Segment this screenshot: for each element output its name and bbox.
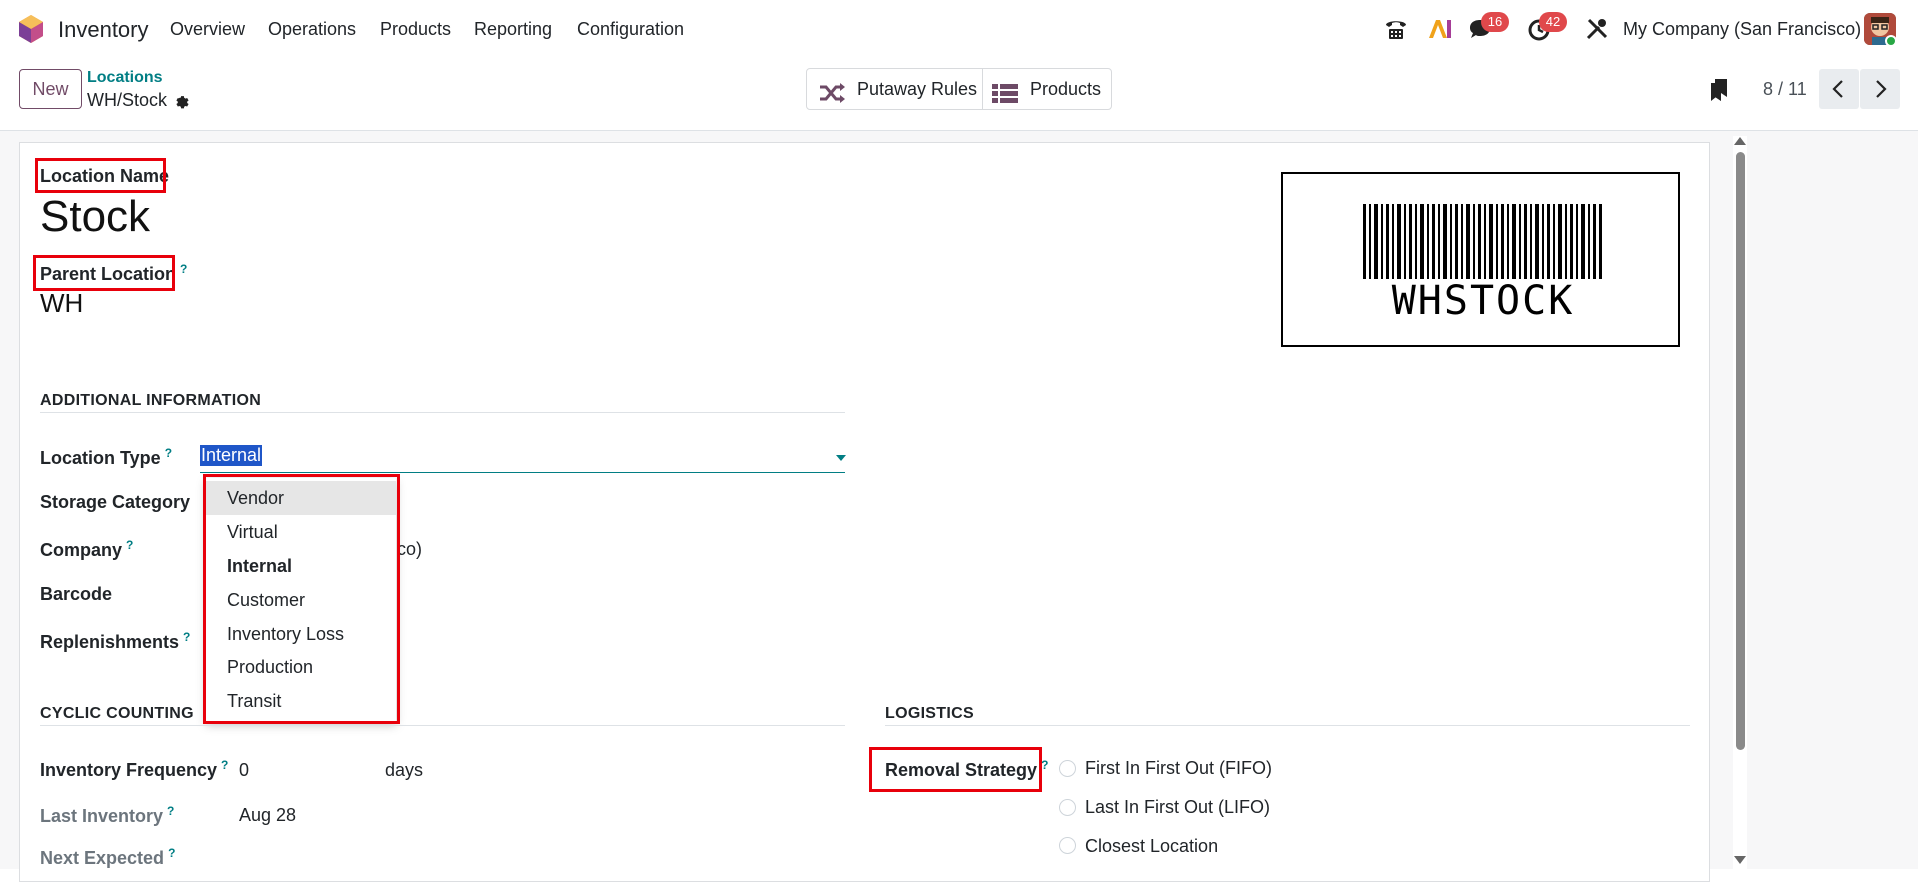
smart-divider [982,69,983,109]
putaway-rules-button[interactable]: Putaway Rules [819,69,979,109]
barcode-image: WHSTOCK [1281,172,1680,347]
highlight-box [35,158,166,193]
logistics-title: LOGISTICS [885,705,974,722]
help-icon[interactable]: ? [168,846,175,860]
additional-info-title: ADDITIONAL INFORMATION [40,392,262,409]
breadcrumb-current: WH/Stock [87,90,168,110]
last-inventory-label: Last Inventory? [40,804,174,827]
phone-icon[interactable] [1383,16,1409,47]
activities-badge: 42 [1539,12,1567,32]
next-expected-label: Next Expected? [40,846,175,869]
pager-value[interactable]: 8 / 11 [1763,79,1807,100]
help-icon[interactable]: ? [167,804,174,818]
chevron-left-icon [1832,80,1843,98]
help-icon[interactable]: ? [1041,758,1048,772]
company-label-text: Company [40,540,123,560]
smart-buttons: Putaway Rules Products [806,68,1112,110]
inventory-frequency-input[interactable]: 0 [239,760,249,781]
last-inventory-label-text: Last Inventory [40,806,164,826]
inventory-frequency-label: Inventory Frequency? [40,758,228,781]
section-divider [40,412,845,413]
location-type-select[interactable]: Internal [200,441,846,473]
app-name[interactable]: Inventory [58,17,149,43]
location-name-input[interactable]: Stock [40,192,150,242]
location-type-label-text: Location Type [40,448,161,468]
inventory-frequency-unit: days [385,760,424,780]
online-status-icon [1885,35,1897,47]
products-button[interactable]: Products [992,69,1107,109]
breadcrumb-locations[interactable]: Locations [87,69,163,87]
company-value[interactable]: co) [397,539,422,560]
nav-configuration[interactable]: Configuration [577,19,684,40]
highlight-box [869,747,1042,792]
chevron-right-icon [1876,80,1887,98]
barcode-bars [1363,204,1602,279]
ai-icon[interactable] [1427,16,1453,47]
replenishments-label: Replenishments? [40,630,190,653]
nav-reporting[interactable]: Reporting [474,19,552,40]
barcode-caption: WHSTOCK [1391,278,1575,324]
last-inventory-value: Aug 28 [239,805,297,825]
radio-lifo[interactable] [1059,799,1076,816]
nav-operations[interactable]: Operations [268,19,356,40]
products-label: Products [1030,79,1102,99]
location-type-label: Location Type? [40,446,172,469]
radio-lifo-label[interactable]: Last In First Out (LIFO) [1085,797,1270,818]
caret-down-icon [836,455,846,461]
company-switcher[interactable]: My Company (San Francisco) [1623,19,1861,40]
help-icon[interactable]: ? [126,538,133,552]
scrollbar-thumb[interactable] [1736,152,1745,750]
cyclic-counting-title: CYCLIC COUNTING [40,705,194,722]
radio-closest-label[interactable]: Closest Location [1085,836,1218,857]
putaway-rules-label: Putaway Rules [857,79,978,99]
help-icon[interactable]: ? [180,262,187,276]
nav-products[interactable]: Products [380,19,451,40]
tools-icon[interactable] [1585,16,1609,47]
radio-closest[interactable] [1059,837,1076,854]
nav-overview[interactable]: Overview [170,19,245,40]
replenishments-label-text: Replenishments [40,632,180,652]
messages-badge: 16 [1481,12,1509,32]
location-type-value: Internal [200,445,263,466]
barcode-label: Barcode [40,584,113,604]
top-navbar: Inventory Overview Operations Products R… [0,0,1918,60]
help-icon[interactable]: ? [183,630,190,644]
storage-category-label: Storage Category [40,492,191,512]
inventory-frequency-label-text: Inventory Frequency [40,760,218,780]
new-button[interactable]: New [19,69,82,109]
highlight-box [203,474,400,724]
help-icon[interactable]: ? [165,446,172,460]
list-icon [992,78,1018,118]
section-divider [40,725,845,726]
highlight-box [33,255,175,291]
company-label: Company? [40,538,133,561]
pager-previous-button[interactable] [1819,69,1859,109]
bookmark-icon[interactable] [1710,78,1728,107]
scroll-up-arrow-icon[interactable] [1734,137,1746,145]
help-icon[interactable]: ? [221,758,228,772]
section-divider [885,725,1690,726]
gear-icon[interactable] [172,92,189,114]
pager-next-button[interactable] [1860,69,1900,109]
radio-fifo-label[interactable]: First In First Out (FIFO) [1085,758,1272,779]
next-expected-label-text: Next Expected [40,848,165,868]
parent-location-input[interactable]: WH [40,288,83,319]
odoo-app-logo-icon[interactable] [18,14,44,49]
scroll-down-arrow-icon[interactable] [1734,856,1746,864]
shuffle-icon [819,78,845,118]
radio-fifo[interactable] [1059,760,1076,777]
